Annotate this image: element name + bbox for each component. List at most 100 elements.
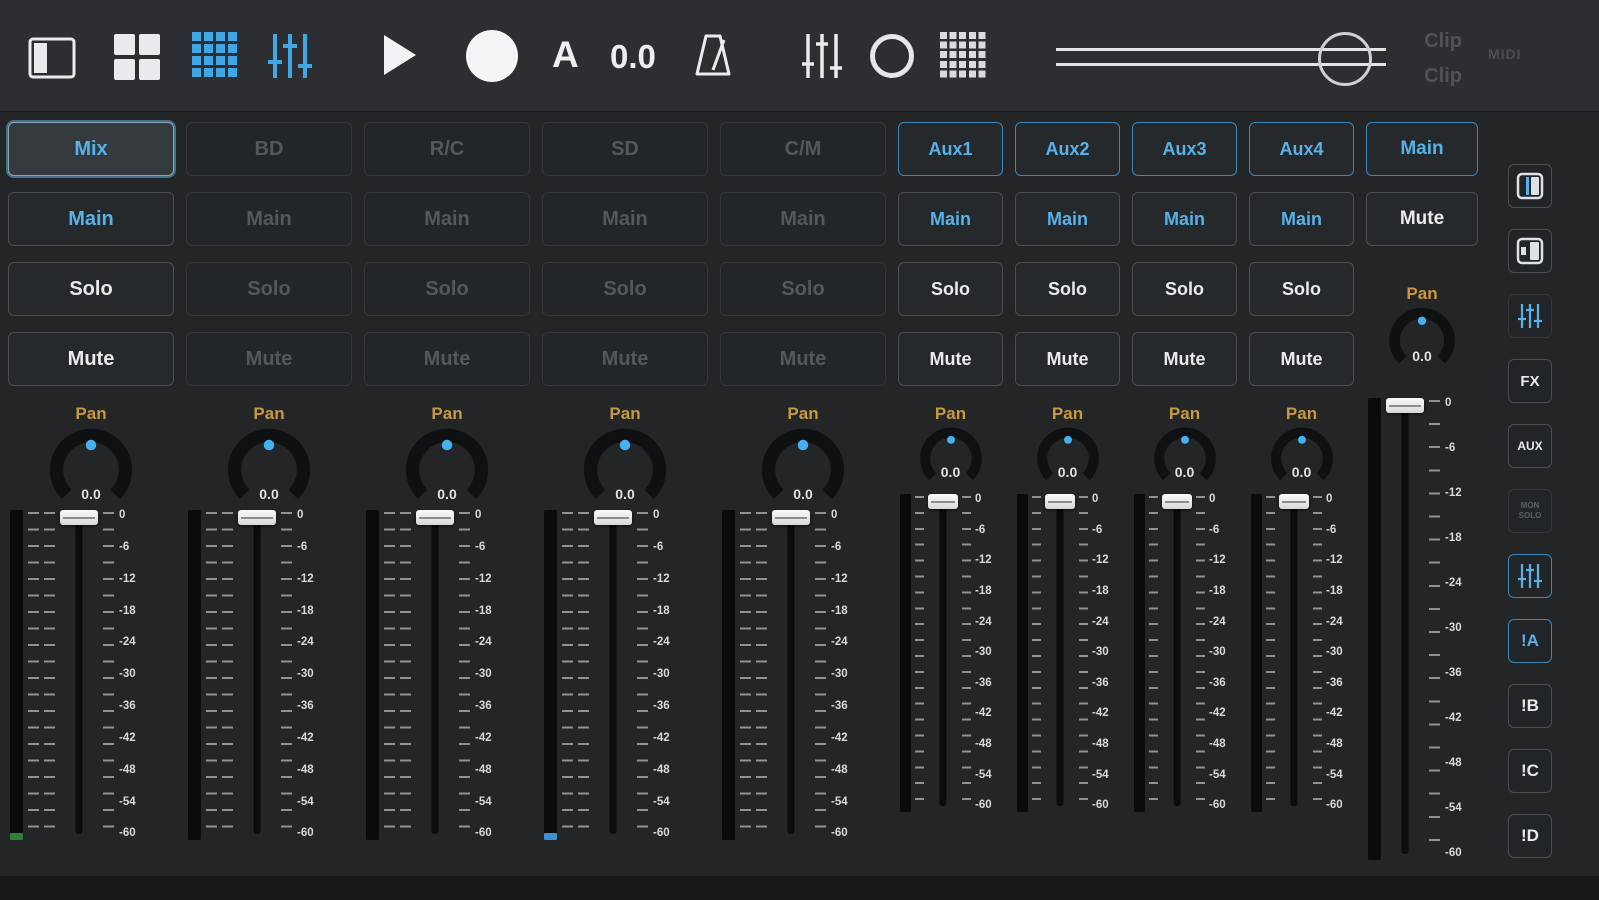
channel-mute-button[interactable]: Mute (542, 332, 708, 386)
channel-settings-icon[interactable] (800, 32, 844, 85)
snapshot-d-button[interactable]: !D (1508, 814, 1552, 858)
channel-select-button[interactable]: Aux2 (1015, 122, 1120, 176)
pattern-grid-icon[interactable] (940, 32, 988, 80)
pan-knob-icon[interactable] (1149, 424, 1221, 490)
record-button[interactable] (466, 30, 518, 82)
pan-knob[interactable] (898, 424, 1003, 490)
channel-mute-button[interactable]: Mute (898, 332, 1003, 386)
volume-fader[interactable] (1162, 494, 1192, 812)
channel-main-button[interactable]: Main (898, 192, 1003, 246)
pan-knob-icon[interactable] (1032, 424, 1104, 490)
volume-fader[interactable] (594, 510, 632, 840)
channel-select-button[interactable]: BD (186, 122, 352, 176)
master-volume-slider[interactable] (1056, 48, 1386, 66)
fader-handle[interactable] (60, 510, 98, 525)
db-label: 0 (119, 510, 172, 522)
volume-fader[interactable] (928, 494, 958, 812)
mixer-view-icon[interactable] (266, 32, 314, 85)
slider-knob[interactable] (1318, 32, 1372, 86)
fader-handle[interactable] (772, 510, 810, 525)
loop-circle-icon[interactable] (870, 34, 914, 78)
channel-mute-button[interactable]: Mute (186, 332, 352, 386)
channel-main-button[interactable]: Main (1132, 192, 1237, 246)
layout-split-button[interactable] (1508, 164, 1552, 208)
mixer-view-active-button[interactable] (1508, 554, 1552, 598)
volume-fader[interactable] (1045, 494, 1075, 812)
pan-knob-icon[interactable] (915, 424, 987, 490)
channel-solo-button[interactable]: Solo (1015, 262, 1120, 316)
volume-fader[interactable] (772, 510, 810, 840)
fader-handle[interactable] (416, 510, 454, 525)
pan-knob-icon[interactable] (1266, 424, 1338, 490)
fader-handle[interactable] (1162, 494, 1192, 509)
fader-handle[interactable] (1045, 494, 1075, 509)
channel-select-button[interactable]: Aux1 (898, 122, 1003, 176)
channel-solo-button[interactable]: Solo (1249, 262, 1354, 316)
master-select-button[interactable]: Main (1366, 122, 1478, 176)
db-label: -54 (653, 797, 706, 809)
fader-handle[interactable] (928, 494, 958, 509)
channel-solo-button[interactable]: Solo (898, 262, 1003, 316)
channel-solo-button[interactable]: Solo (1132, 262, 1237, 316)
volume-fader[interactable] (60, 510, 98, 840)
play-button[interactable] (374, 30, 422, 85)
fader-handle[interactable] (1386, 398, 1424, 413)
channel-solo-button[interactable]: Solo (542, 262, 708, 316)
level-meter (366, 510, 379, 840)
layout-detail-button[interactable] (1508, 229, 1552, 273)
channel-select-button[interactable]: R/C (364, 122, 530, 176)
channel-select-button[interactable]: C/M (720, 122, 886, 176)
fader-handle[interactable] (238, 510, 276, 525)
volume-fader[interactable] (238, 510, 276, 840)
channel-mute-button[interactable]: Mute (8, 332, 174, 386)
volume-fader[interactable] (416, 510, 454, 840)
snapshot-a-button[interactable]: !A (1508, 619, 1552, 663)
channel-mute-button[interactable]: Mute (1015, 332, 1120, 386)
pan-knob[interactable] (1249, 424, 1354, 490)
channel-mute-button[interactable]: Mute (1249, 332, 1354, 386)
aux-button[interactable]: AUX (1508, 424, 1552, 468)
channel-main-button[interactable]: Main (542, 192, 708, 246)
db-label: 0 (475, 510, 528, 522)
layout-panel-icon[interactable] (28, 34, 76, 87)
tempo-display[interactable]: 0.0 (610, 38, 656, 76)
fader-track (254, 512, 261, 834)
master-mute-button[interactable]: Mute (1366, 192, 1478, 246)
fx-button[interactable]: FX (1508, 359, 1552, 403)
db-label: -60 (297, 828, 350, 840)
fader-handle[interactable] (1279, 494, 1309, 509)
channel-solo-button[interactable]: Solo (364, 262, 530, 316)
channel-select-button[interactable]: SD (542, 122, 708, 176)
pan-value: 0.0 (364, 486, 530, 502)
channel-mute-button[interactable]: Mute (720, 332, 886, 386)
grid-view-icon[interactable] (192, 32, 240, 80)
pan-knob[interactable] (1132, 424, 1237, 490)
snapshot-b-button[interactable]: !B (1508, 684, 1552, 728)
mixer-faders-button[interactable] (1508, 294, 1552, 338)
channel-main-button[interactable]: Main (720, 192, 886, 246)
db-label: -30 (119, 669, 172, 681)
channel-main-button[interactable]: Main (8, 192, 174, 246)
monitor-solo-button[interactable]: MON SOLO (1508, 489, 1552, 533)
channel-mute-button[interactable]: Mute (364, 332, 530, 386)
channel-solo-button[interactable]: Solo (8, 262, 174, 316)
channel-select-button[interactable]: Aux4 (1249, 122, 1354, 176)
fader-handle[interactable] (594, 510, 632, 525)
channel-select-button[interactable]: Aux3 (1132, 122, 1237, 176)
channel-main-button[interactable]: Main (186, 192, 352, 246)
quad-view-icon[interactable] (112, 32, 162, 87)
channel-main-button[interactable]: Main (1015, 192, 1120, 246)
channel-mute-button[interactable]: Mute (1132, 332, 1237, 386)
channel-solo-button[interactable]: Solo (720, 262, 886, 316)
channel-select-button[interactable]: Mix (8, 122, 174, 176)
volume-fader[interactable] (1279, 494, 1309, 812)
channel-solo-button[interactable]: Solo (186, 262, 352, 316)
channel-main-button[interactable]: Main (364, 192, 530, 246)
automation-a-button[interactable]: A (552, 34, 579, 76)
master-volume-fader[interactable] (1386, 398, 1424, 860)
channel-main-button[interactable]: Main (1249, 192, 1354, 246)
metronome-icon[interactable] (690, 30, 736, 85)
pan-knob[interactable] (1015, 424, 1120, 490)
meter-ticks (562, 512, 573, 840)
snapshot-c-button[interactable]: !C (1508, 749, 1552, 793)
